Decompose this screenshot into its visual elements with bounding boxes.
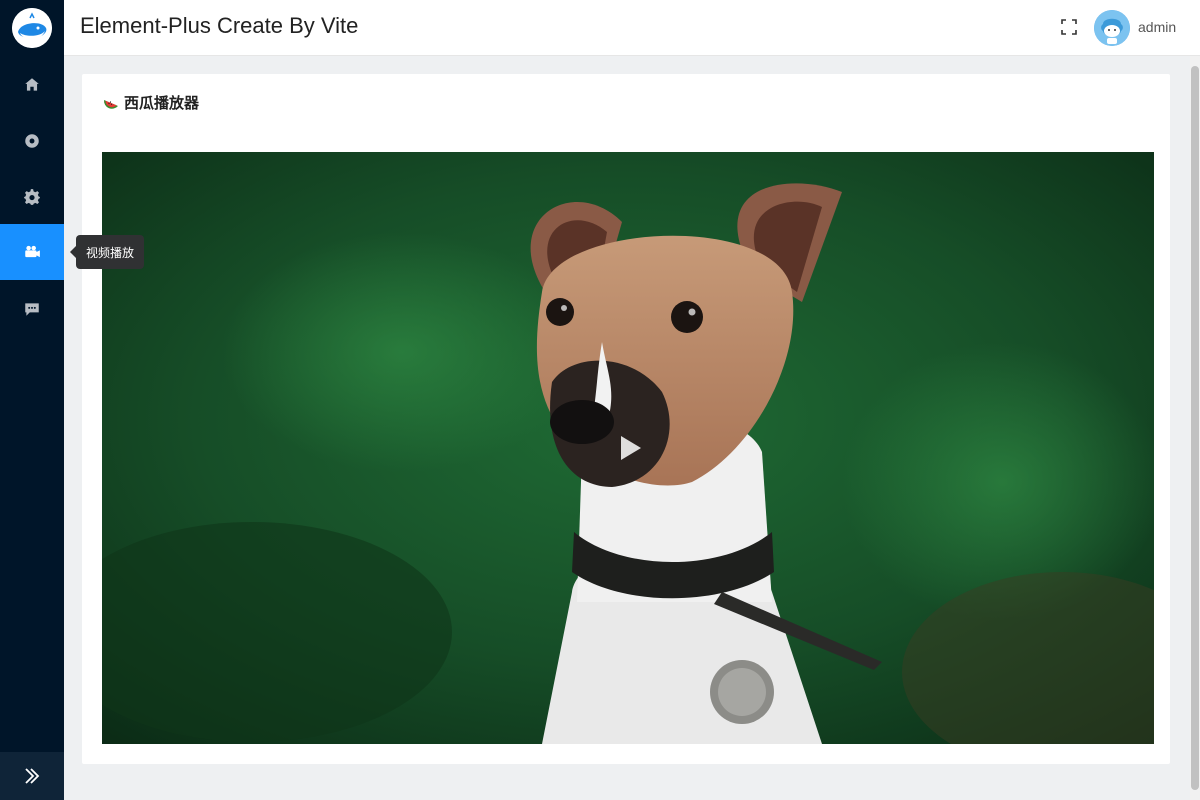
compass-icon: [25, 134, 39, 148]
sidebar: [0, 0, 64, 800]
username[interactable]: admin: [1138, 19, 1176, 35]
scrollbar-thumb[interactable]: [1191, 66, 1199, 790]
avatar-image: [1094, 10, 1130, 46]
message-icon: [25, 303, 39, 316]
sidebar-tooltip: 视频播放: [69, 235, 145, 269]
player-card: 西瓜播放器: [82, 74, 1170, 764]
fullscreen-button[interactable]: [1060, 18, 1078, 36]
sidebar-item-video[interactable]: [0, 224, 64, 280]
double-chevron-right-icon: [25, 768, 40, 784]
gear-icon: [24, 189, 40, 205]
whale-logo-icon: [12, 8, 52, 48]
card-title: 西瓜播放器: [102, 92, 199, 113]
card-title-text: 西瓜播放器: [124, 94, 200, 112]
app-title: Element-Plus Create By Vite: [80, 13, 359, 38]
play-button[interactable]: [617, 432, 645, 464]
play-icon: [621, 436, 641, 460]
sidebar-item-settings[interactable]: [0, 169, 64, 225]
main-content: 西瓜播放器: [64, 56, 1190, 800]
vertical-scrollbar[interactable]: [1190, 56, 1200, 800]
logo[interactable]: [12, 8, 52, 48]
watermelon-icon: [103, 99, 118, 109]
fullscreen-icon: [1061, 19, 1077, 35]
sidebar-item-compass[interactable]: [0, 113, 64, 169]
video-player[interactable]: [102, 152, 1154, 744]
top-header: Element-Plus Create By Vite admin: [64, 0, 1200, 56]
sidebar-item-message[interactable]: [0, 281, 64, 337]
sidebar-item-home[interactable]: [0, 57, 64, 113]
avatar[interactable]: [1094, 10, 1130, 46]
home-icon: [25, 78, 39, 91]
sidebar-collapse-button[interactable]: [0, 752, 64, 800]
video-camera-icon: [25, 245, 40, 258]
